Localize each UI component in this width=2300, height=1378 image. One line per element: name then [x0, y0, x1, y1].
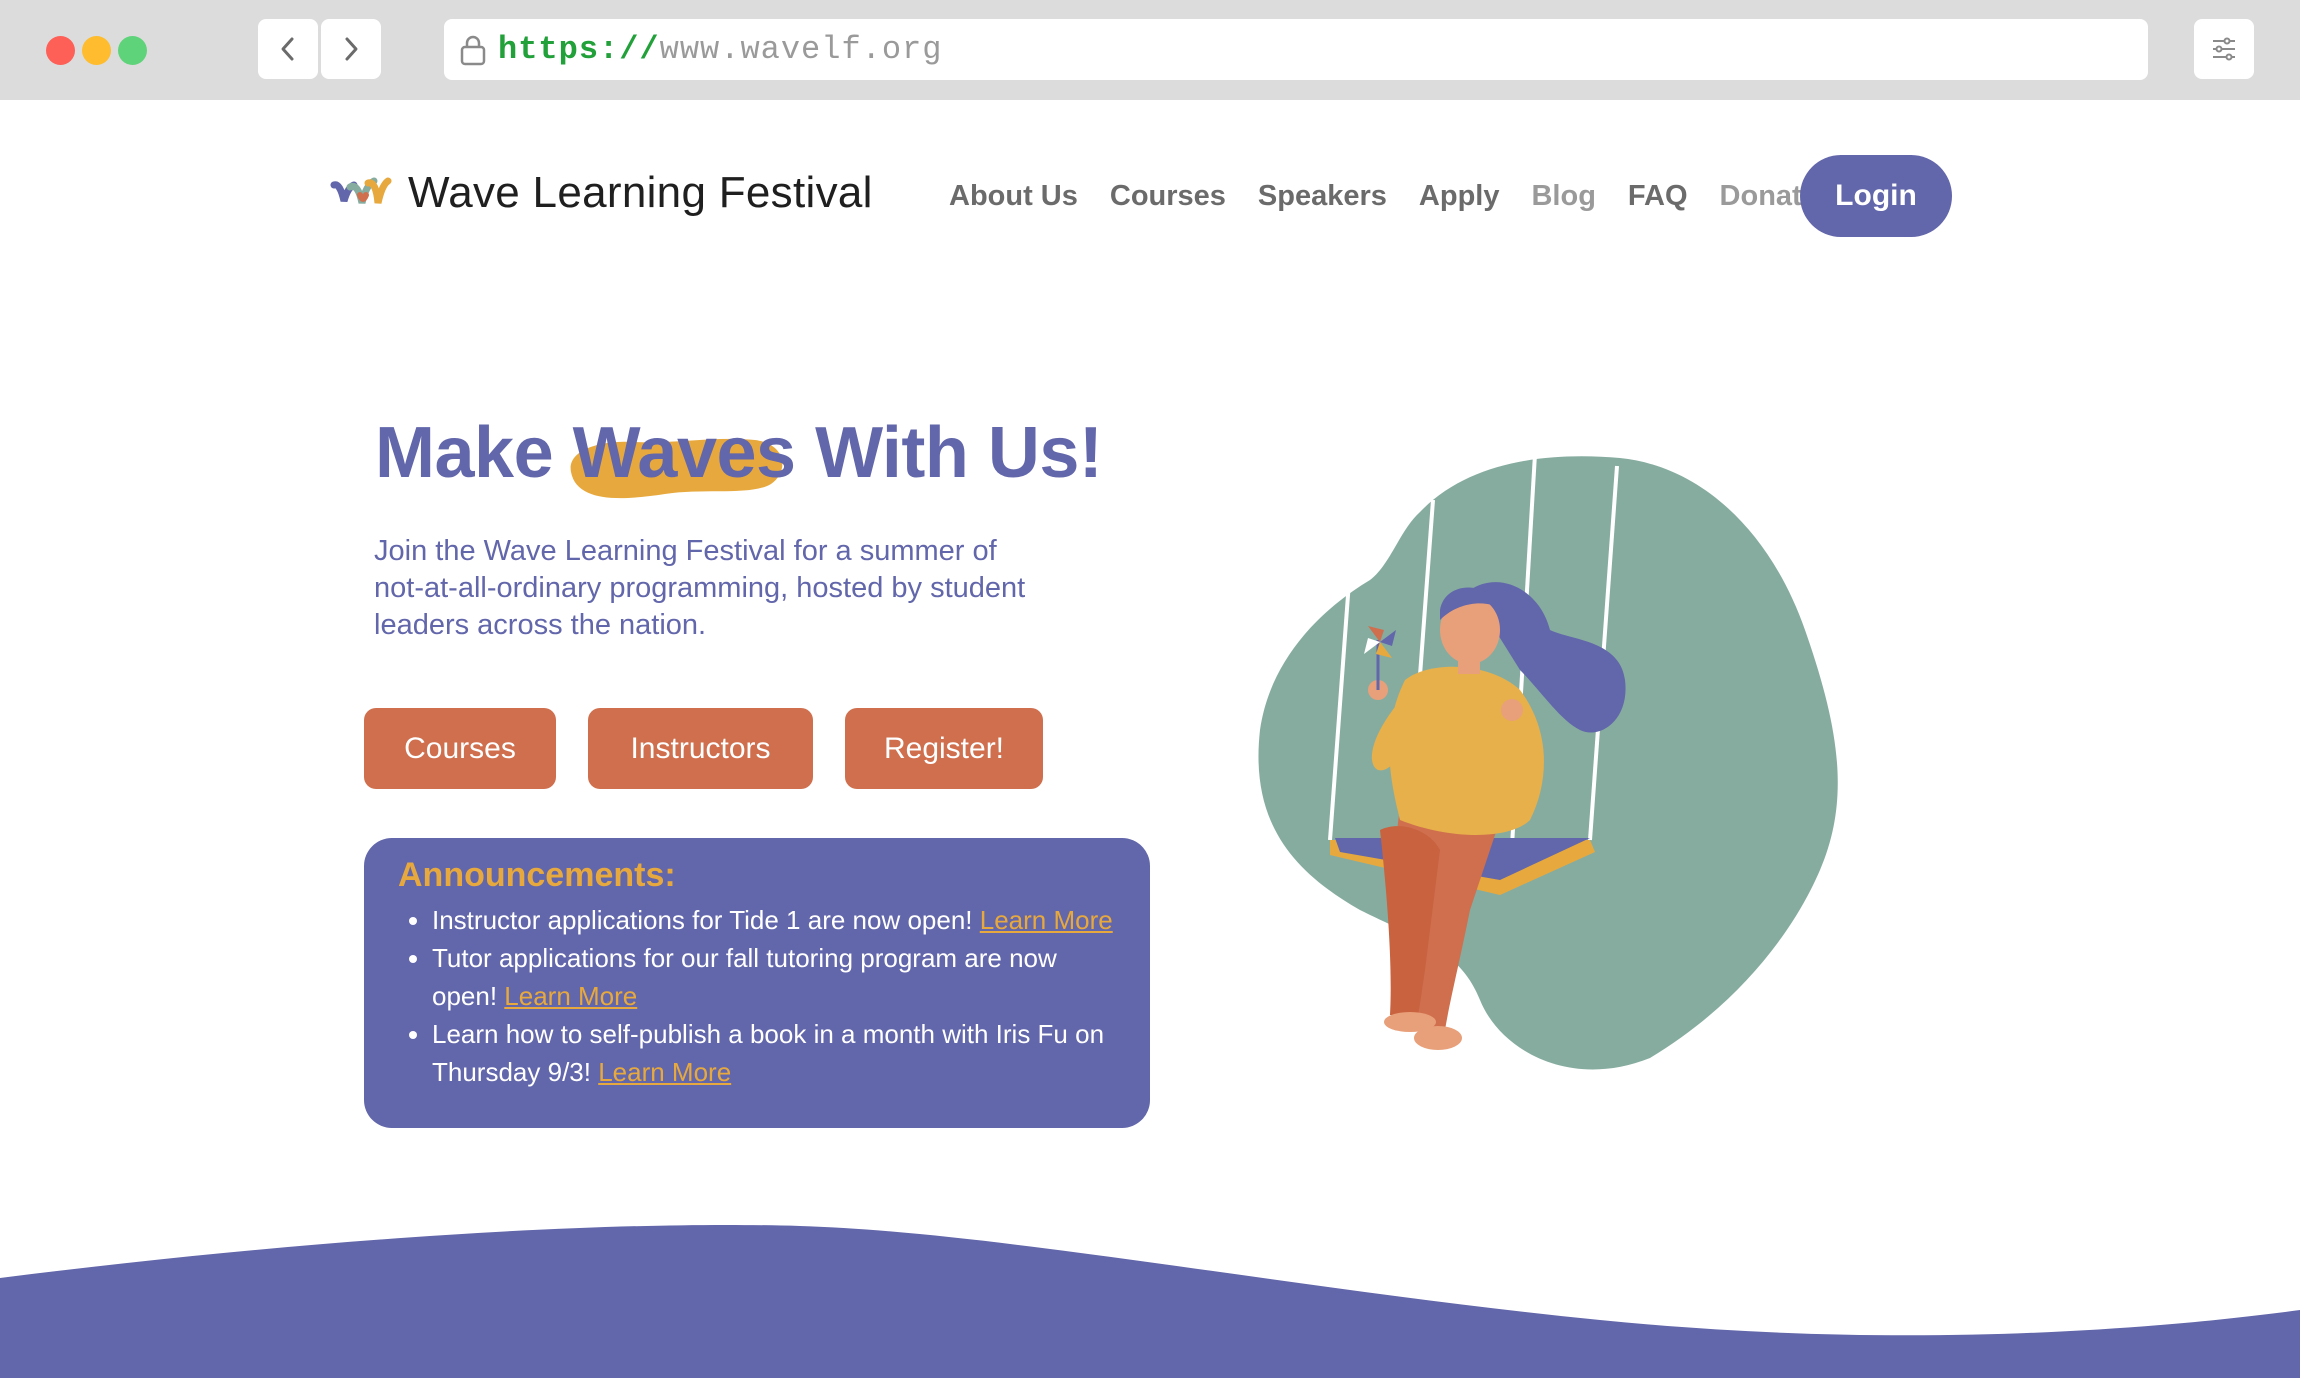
courses-button[interactable]: Courses	[364, 708, 556, 789]
nav-apply[interactable]: Apply	[1419, 180, 1500, 213]
url-text: https://www.wavelf.org	[498, 31, 942, 68]
main-nav: About Us Courses Speakers Apply Blog FAQ…	[949, 155, 1850, 237]
nav-faq[interactable]: FAQ	[1628, 180, 1688, 213]
announcements-list: Instructor applications for Tide 1 are n…	[398, 901, 1120, 1091]
green-blob	[1258, 456, 1838, 1070]
announcement-item: Learn how to self-publish a book in a mo…	[432, 1015, 1120, 1091]
login-button[interactable]: Login	[1800, 155, 1952, 237]
hero-subtitle: Join the Wave Learning Festival for a su…	[374, 535, 1026, 641]
instructors-button[interactable]: Instructors	[588, 708, 813, 789]
hero-title: Make Waves With Us!	[375, 412, 1103, 499]
announcement-item: Instructor applications for Tide 1 are n…	[432, 901, 1120, 939]
site-logo[interactable]: Wave Learning Festival	[330, 168, 873, 218]
wave-logo-icon	[330, 177, 392, 204]
announcements-heading: Announcements:	[398, 856, 676, 894]
hero-title-part2: With Us!	[795, 413, 1103, 493]
bottom-wave	[0, 1224, 2300, 1378]
chevron-right-icon	[345, 37, 358, 61]
lock-icon	[458, 33, 488, 67]
nav-blog[interactable]: Blog	[1531, 180, 1595, 213]
window-close-dot[interactable]	[46, 36, 75, 65]
url-host: www.wavelf.org	[659, 31, 943, 68]
learn-more-link[interactable]: Learn More	[598, 1057, 731, 1087]
nav-speakers[interactable]: Speakers	[1258, 180, 1387, 213]
announcement-item: Tutor applications for our fall tutoring…	[432, 939, 1120, 1015]
nav-about-us[interactable]: About Us	[949, 180, 1078, 213]
sliders-icon	[2213, 37, 2235, 61]
browser-chrome: https://www.wavelf.org	[0, 0, 2300, 100]
register-button[interactable]: Register!	[845, 708, 1043, 789]
announcements-panel: Announcements: Instructor applications f…	[364, 838, 1150, 1128]
nav-courses[interactable]: Courses	[1110, 180, 1226, 213]
window-minimize-dot[interactable]	[82, 36, 111, 65]
hero-title-highlight: Waves	[570, 412, 796, 499]
window-zoom-dot[interactable]	[118, 36, 147, 65]
hero-title-part1: Make	[375, 413, 573, 493]
chevron-left-icon	[281, 37, 294, 61]
address-bar[interactable]: https://www.wavelf.org	[444, 19, 2148, 80]
url-protocol: https://	[498, 31, 660, 68]
forward-button[interactable]	[321, 19, 381, 79]
site-name: Wave Learning Festival	[408, 168, 873, 217]
girl-on-swing-illustration	[1258, 453, 1838, 1070]
settings-button[interactable]	[2194, 19, 2254, 79]
back-button[interactable]	[258, 19, 318, 79]
learn-more-link[interactable]: Learn More	[980, 905, 1113, 935]
learn-more-link[interactable]: Learn More	[504, 981, 637, 1011]
